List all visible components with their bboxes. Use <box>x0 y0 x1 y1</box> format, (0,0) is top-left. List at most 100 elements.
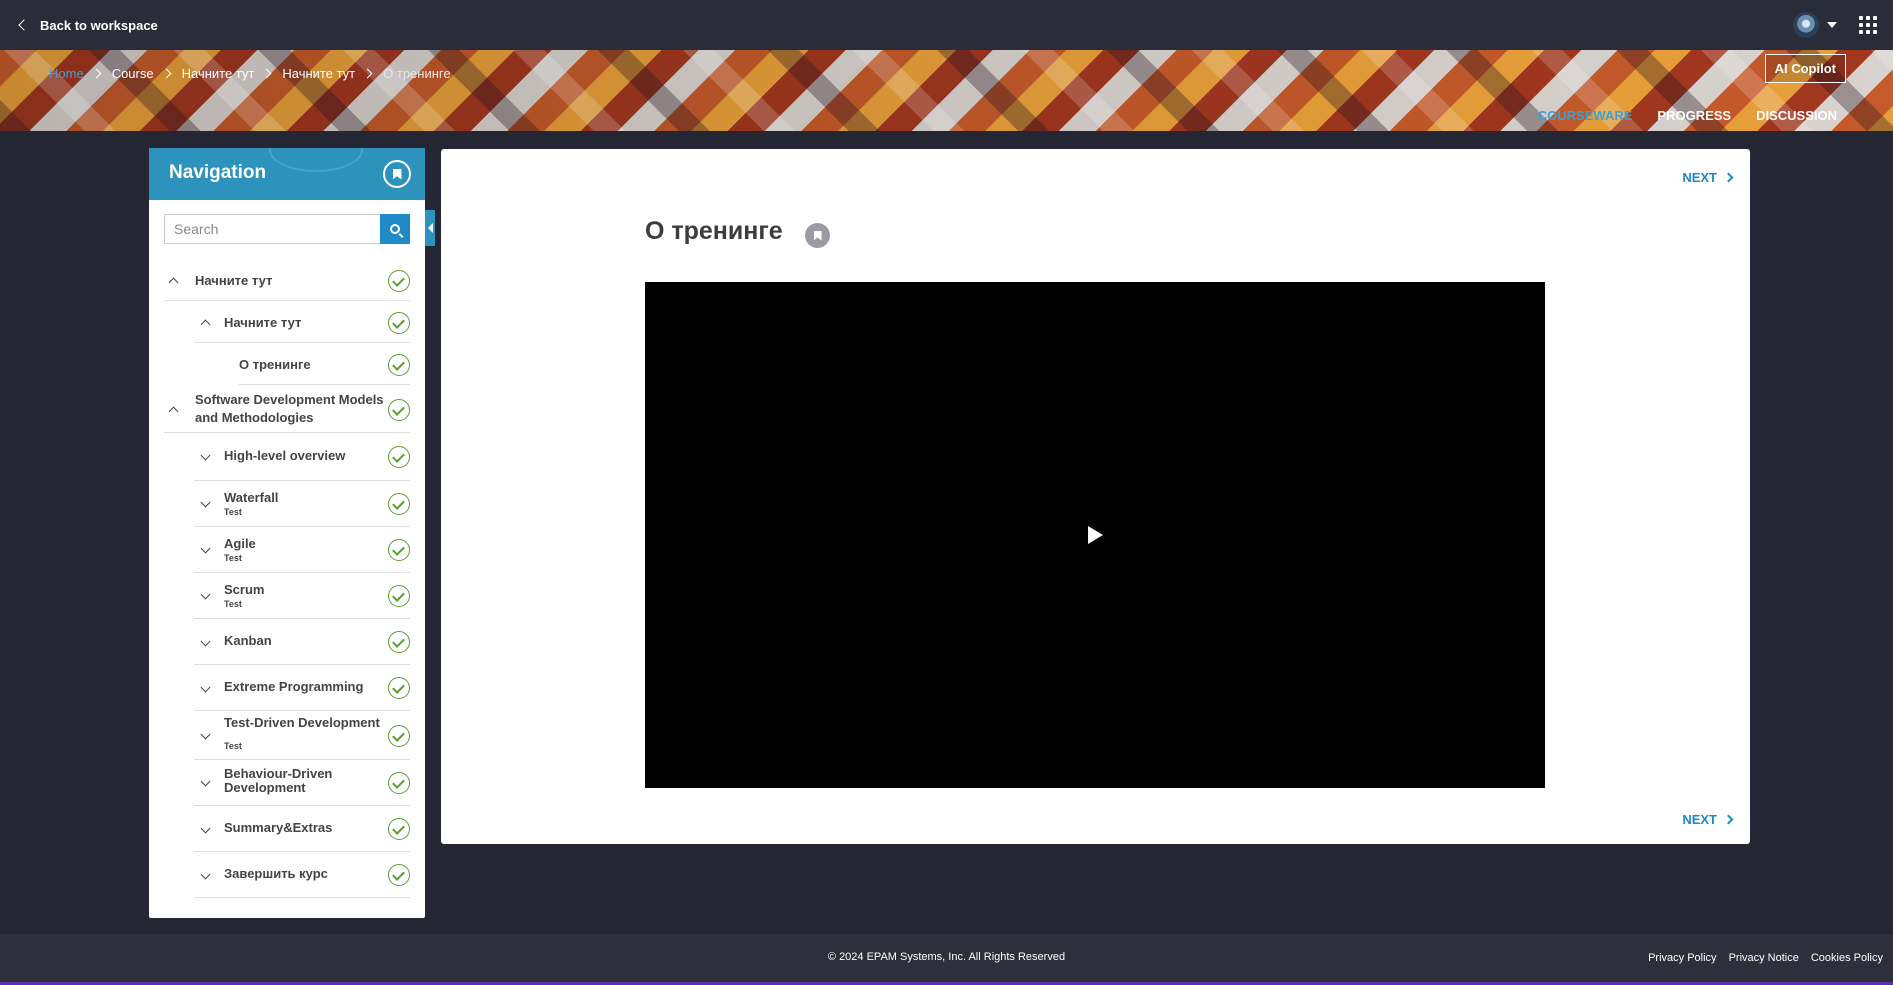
breadcrumb-course[interactable]: Course <box>112 66 154 81</box>
chevron-down-icon <box>200 682 211 693</box>
bookmark-icon <box>813 230 822 241</box>
nav-subsection-agile[interactable]: Agile Test <box>194 527 410 573</box>
page-title: О тренинге <box>645 217 783 245</box>
completed-check-icon <box>388 585 410 607</box>
play-icon[interactable] <box>1088 526 1103 544</box>
nav-item-label: О тренинге <box>239 357 311 372</box>
search-input[interactable] <box>164 214 380 244</box>
breadcrumb: Home Course Начните тут Начните тут О тр… <box>49 66 451 81</box>
nav-subsection-overview[interactable]: High-level overview <box>194 433 410 481</box>
tab-courseware[interactable]: COURSEWARE <box>1538 108 1633 123</box>
nav-subsection-start[interactable]: Начните тут <box>194 303 410 343</box>
next-label: NEXT <box>1682 170 1717 185</box>
caret-down-icon[interactable] <box>1827 22 1837 28</box>
video-player[interactable] <box>645 282 1545 788</box>
completed-check-icon <box>388 312 410 334</box>
user-area <box>1793 12 1877 38</box>
nav-subsection-bdd[interactable]: Behaviour-Driven Development <box>194 760 410 806</box>
back-to-workspace-link[interactable]: Back to workspace <box>18 17 158 33</box>
chevron-down-icon <box>200 823 211 834</box>
completed-check-icon <box>388 399 410 421</box>
footer: © 2024 EPAM Systems, Inc. All Rights Res… <box>0 934 1893 985</box>
nav-subsection-scrum[interactable]: Scrum Test <box>194 573 410 619</box>
chevron-down-icon <box>200 543 211 554</box>
next-label: NEXT <box>1682 812 1717 827</box>
nav-item-label: Test-Driven Development Test <box>224 715 380 751</box>
chevron-right-icon <box>161 68 172 79</box>
completed-check-icon <box>388 772 410 794</box>
next-button-top[interactable]: NEXT <box>1682 170 1734 185</box>
caret-left-icon <box>427 223 433 233</box>
nav-subsection-tdd[interactable]: Test-Driven Development Test <box>194 711 410 760</box>
chevron-down-icon <box>200 497 211 508</box>
breadcrumb-current: О тренинге <box>383 66 451 81</box>
completed-check-icon <box>388 864 410 886</box>
chevron-left-icon <box>18 19 30 31</box>
completed-check-icon <box>388 270 410 292</box>
completed-check-icon <box>388 677 410 699</box>
course-tabs: COURSEWARE PROGRESS DISCUSSION <box>1538 108 1837 123</box>
breadcrumb-subsection[interactable]: Начните тут <box>282 66 355 81</box>
chevron-down-icon <box>200 869 211 880</box>
nav-subsection-kanban[interactable]: Kanban <box>194 619 410 665</box>
nav-item-label: Waterfall Test <box>224 490 279 517</box>
nav-subsection-finish[interactable]: Завершить курс <box>194 852 410 898</box>
footer-links: Privacy Policy Privacy Notice Cookies Po… <box>1648 952 1883 964</box>
nav-item-label: Scrum Test <box>224 582 265 609</box>
back-label: Back to workspace <box>40 17 158 33</box>
navigation-header: Navigation <box>149 148 425 200</box>
chevron-down-icon <box>200 776 211 787</box>
top-bar: Back to workspace <box>0 0 1893 50</box>
bookmark-unit-button[interactable] <box>805 223 830 248</box>
avatar[interactable] <box>1793 12 1819 38</box>
nav-item-label: Software Development Models and Methodol… <box>195 392 384 425</box>
nav-item-label: Summary&Extras <box>224 820 333 835</box>
nav-search <box>164 214 410 244</box>
nav-item-label: High-level overview <box>224 448 346 463</box>
breadcrumb-section[interactable]: Начните тут <box>182 66 255 81</box>
ai-copilot-button[interactable]: AI Copilot <box>1764 54 1846 83</box>
collapse-sidebar-button[interactable] <box>425 210 435 246</box>
next-button-bottom[interactable]: NEXT <box>1682 812 1734 827</box>
nav-section-sdm[interactable]: Software Development Models and Methodol… <box>164 387 410 433</box>
copyright-text: © 2024 EPAM Systems, Inc. All Rights Res… <box>827 951 1066 963</box>
breadcrumb-home[interactable]: Home <box>49 66 84 81</box>
chevron-right-icon <box>1723 172 1734 183</box>
search-button[interactable] <box>380 214 410 244</box>
chevron-right-icon <box>1723 814 1734 825</box>
chevron-down-icon <box>200 636 211 647</box>
nav-subsection-summary[interactable]: Summary&Extras <box>194 806 410 852</box>
completed-check-icon <box>388 446 410 468</box>
completed-check-icon <box>388 725 410 747</box>
unit-content-card: NEXT О тренинге NEXT <box>441 149 1750 844</box>
privacy-policy-link[interactable]: Privacy Policy <box>1648 952 1716 964</box>
completed-check-icon <box>388 631 410 653</box>
nav-section-start[interactable]: Начните тут <box>164 261 410 301</box>
privacy-notice-link[interactable]: Privacy Notice <box>1729 952 1799 964</box>
nav-item-label: Extreme Programming <box>224 679 364 694</box>
chevron-down-icon <box>200 589 211 600</box>
nav-subsection-waterfall[interactable]: Waterfall Test <box>194 481 410 527</box>
navigation-panel: Navigation Начните тут Начните тут О тре… <box>149 148 435 918</box>
nav-item-label: Завершить курс <box>224 866 328 881</box>
chevron-up-icon <box>200 319 211 330</box>
chevron-up-icon <box>168 406 179 417</box>
apps-grid-icon[interactable] <box>1859 16 1877 34</box>
nav-subsection-xp[interactable]: Extreme Programming <box>194 665 410 711</box>
tab-progress[interactable]: PROGRESS <box>1657 108 1731 123</box>
chevron-right-icon <box>261 68 272 79</box>
completed-check-icon <box>388 539 410 561</box>
tab-discussion[interactable]: DISCUSSION <box>1756 108 1837 123</box>
cookies-policy-link[interactable]: Cookies Policy <box>1811 952 1883 964</box>
bookmarks-button[interactable] <box>383 160 411 188</box>
chevron-down-icon <box>200 729 211 740</box>
bookmark-icon <box>392 168 402 180</box>
search-icon <box>390 224 400 234</box>
nav-unit-about[interactable]: О тренинге <box>239 345 410 385</box>
course-banner: Home Course Начните тут Начните тут О тр… <box>0 50 1893 131</box>
nav-item-label: Agile Test <box>224 536 256 563</box>
nav-item-label: Начните тут <box>195 273 273 288</box>
completed-check-icon <box>388 493 410 515</box>
chevron-right-icon <box>362 68 373 79</box>
nav-item-label: Начните тут <box>224 315 302 330</box>
